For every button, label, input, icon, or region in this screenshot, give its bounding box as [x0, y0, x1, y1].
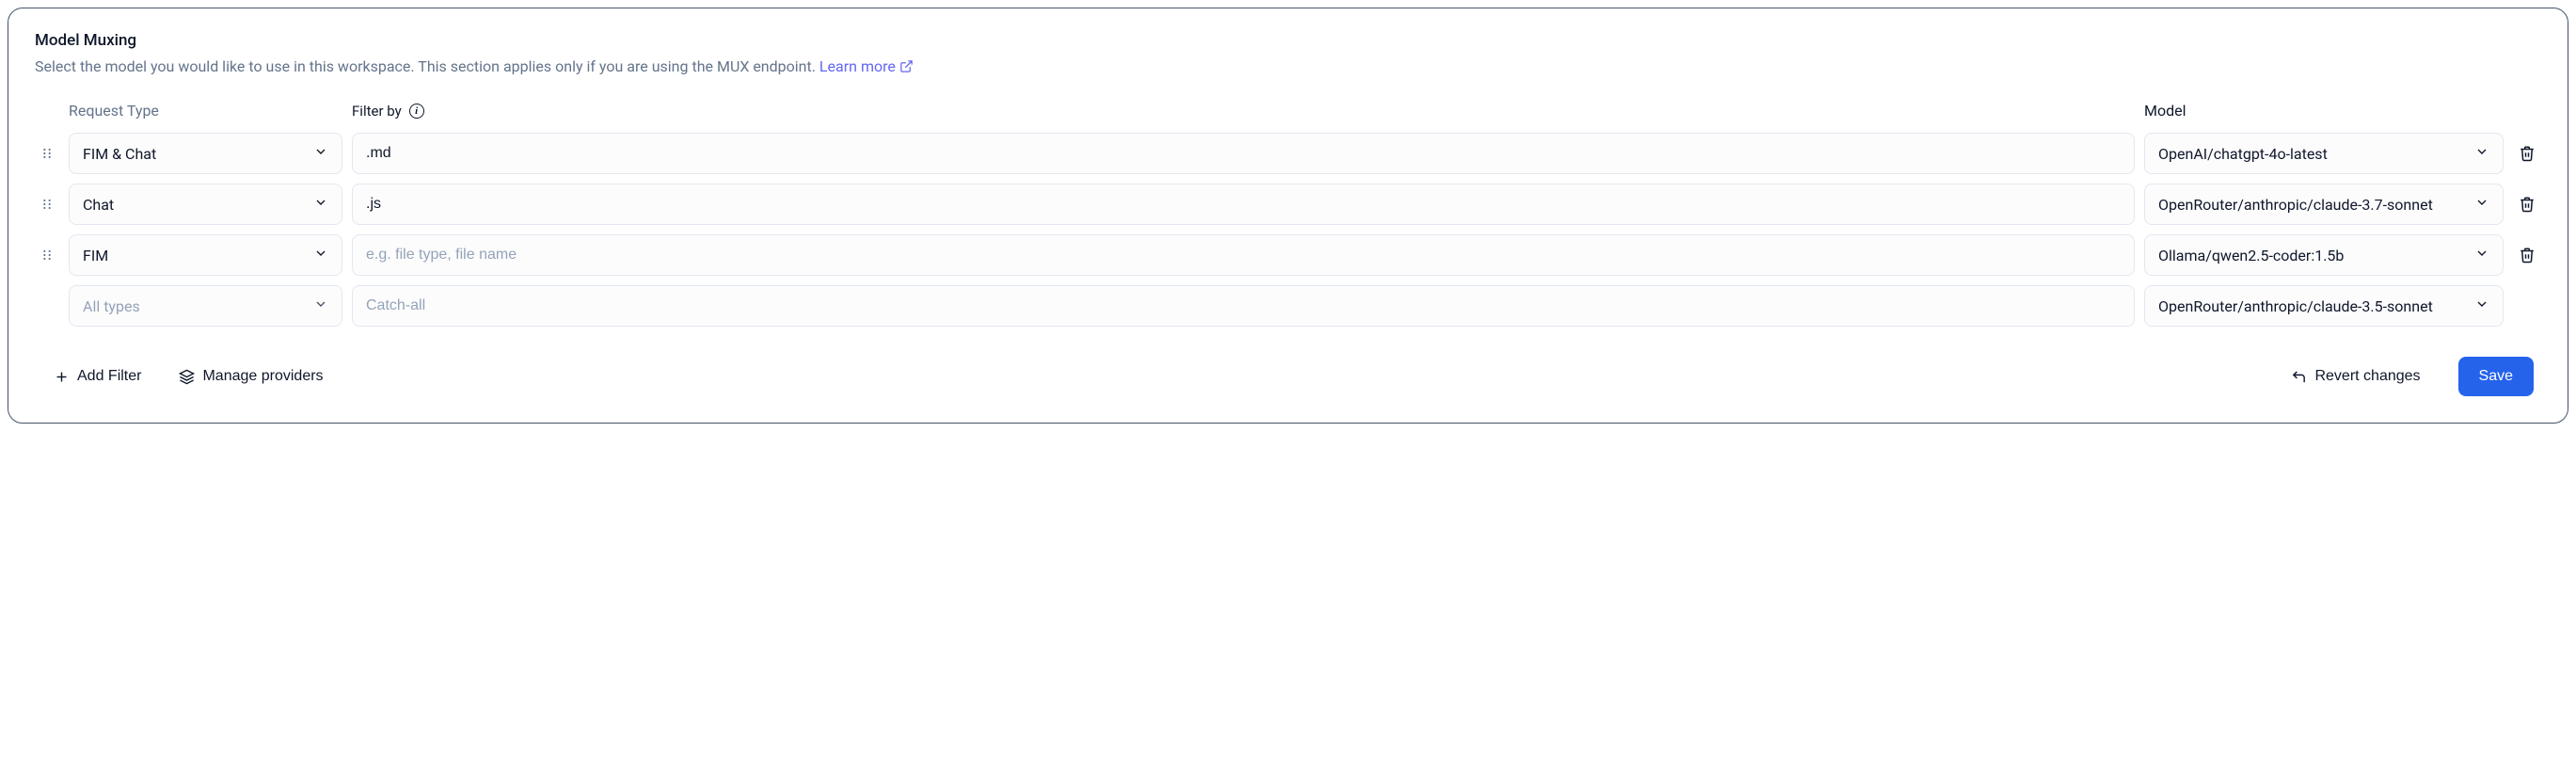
delete-row-button[interactable]	[2513, 241, 2541, 269]
chevron-down-icon	[313, 195, 328, 214]
delete-row-button[interactable]	[2513, 190, 2541, 218]
model-muxing-card: Model Muxing Select the model you would …	[8, 8, 2568, 424]
model-select[interactable]: Ollama/qwen2.5-coder:1.5b	[2144, 234, 2504, 276]
filter-input-catchall	[352, 285, 2135, 327]
column-header-filter-by: Filter by i	[352, 103, 424, 120]
drag-handle-icon[interactable]	[35, 146, 59, 161]
manage-providers-button[interactable]: Manage providers	[179, 368, 323, 385]
model-select[interactable]: OpenAI/chatgpt-4o-latest	[2144, 133, 2504, 174]
plus-icon	[54, 369, 70, 385]
rule-row: Chat OpenRouter/anthropic/claude-3.7-son…	[35, 184, 2541, 225]
request-type-select-all: All types	[69, 285, 342, 327]
column-header-model: Model	[2144, 102, 2504, 120]
rule-row: FIM & Chat OpenAI/chatgpt-4o-latest	[35, 133, 2541, 174]
request-type-select[interactable]: FIM & Chat	[69, 133, 342, 174]
trash-icon	[2519, 196, 2536, 213]
chevron-down-icon	[313, 296, 328, 315]
request-type-select[interactable]: Chat	[69, 184, 342, 225]
undo-icon	[2291, 369, 2307, 385]
chevron-down-icon	[2474, 296, 2489, 315]
external-link-icon	[899, 59, 914, 73]
chevron-down-icon	[2474, 144, 2489, 163]
revert-changes-button[interactable]: Revert changes	[2291, 368, 2420, 385]
chevron-down-icon	[2474, 195, 2489, 214]
drag-handle-icon[interactable]	[35, 197, 59, 212]
chevron-down-icon	[313, 144, 328, 163]
table-header: Request Type Filter by i Model	[35, 102, 2541, 120]
chevron-down-icon	[2474, 246, 2489, 264]
trash-icon	[2519, 247, 2536, 264]
layers-icon	[179, 369, 195, 385]
save-button[interactable]: Save	[2458, 357, 2534, 396]
card-title: Model Muxing	[35, 31, 2541, 50]
model-select[interactable]: OpenRouter/anthropic/claude-3.7-sonnet	[2144, 184, 2504, 225]
drag-handle-icon[interactable]	[35, 248, 59, 263]
card-description: Select the model you would like to use i…	[35, 57, 2541, 75]
learn-more-link[interactable]: Learn more	[819, 57, 914, 75]
filter-input[interactable]	[352, 234, 2135, 276]
footer: Add Filter Manage providers Revert chang…	[35, 357, 2541, 396]
catch-all-row: All types OpenRouter/anthropic/claude-3.…	[35, 285, 2541, 327]
model-select-catchall[interactable]: OpenRouter/anthropic/claude-3.5-sonnet	[2144, 285, 2504, 327]
info-icon[interactable]: i	[409, 104, 424, 119]
chevron-down-icon	[313, 246, 328, 264]
column-header-request-type: Request Type	[69, 102, 342, 120]
filter-input[interactable]	[352, 184, 2135, 225]
delete-row-button[interactable]	[2513, 139, 2541, 168]
request-type-select[interactable]: FIM	[69, 234, 342, 276]
filter-input[interactable]	[352, 133, 2135, 174]
add-filter-button[interactable]: Add Filter	[54, 368, 141, 385]
trash-icon	[2519, 145, 2536, 162]
rule-row: FIM Ollama/qwen2.5-coder:1.5b	[35, 234, 2541, 276]
